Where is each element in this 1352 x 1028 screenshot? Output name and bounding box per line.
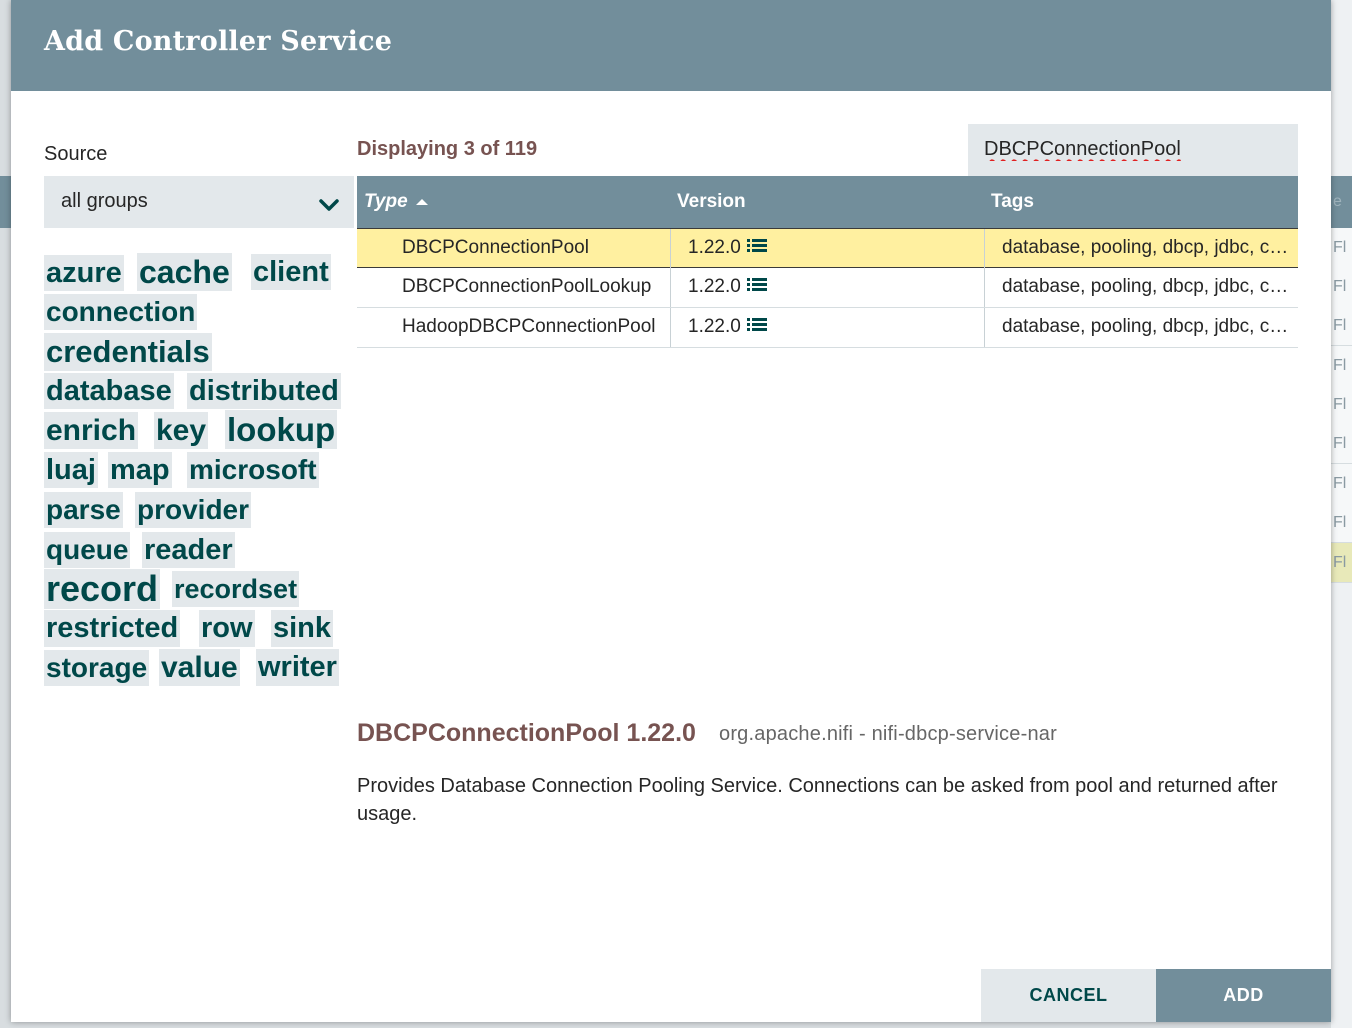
add-button[interactable]: ADD: [1156, 969, 1331, 1022]
tag-connection[interactable]: connection: [44, 294, 198, 330]
tag-credentials[interactable]: credentials: [44, 333, 212, 371]
tag-provider[interactable]: provider: [135, 492, 252, 528]
row-version-cell: 1.22.0: [671, 308, 985, 347]
table-row[interactable]: HadoopDBCPConnectionPool 1.22.0 database…: [357, 308, 1298, 348]
tag-queue[interactable]: queue: [44, 532, 131, 568]
tag-reader[interactable]: reader: [142, 532, 235, 568]
row-tags: database, pooling, dbcp, jdbc, connectio…: [1002, 276, 1298, 297]
row-version: 1.22.0: [688, 237, 741, 258]
sort-ascending-icon: [415, 198, 428, 205]
row-version-cell: 1.22.0: [671, 229, 985, 268]
source-selected-value: all groups: [61, 190, 148, 212]
row-version-cell: 1.22.0: [671, 268, 985, 307]
filter-input[interactable]: [984, 138, 1284, 161]
list-icon[interactable]: [746, 317, 767, 333]
background-table-header-left: [0, 176, 11, 228]
tag-restricted[interactable]: restricted: [44, 610, 181, 647]
background-row-highlighted: Fl: [1331, 543, 1352, 583]
detail-bundle: org.apache.nifi - nifi-dbcp-service-nar: [719, 723, 1057, 745]
displaying-count: Displaying 3 of 119: [357, 138, 538, 160]
list-icon[interactable]: [746, 277, 767, 293]
tag-sink[interactable]: sink: [271, 610, 334, 647]
background-row: Fl: [1331, 228, 1352, 268]
tag-key[interactable]: key: [154, 412, 209, 449]
tag-database[interactable]: database: [44, 373, 174, 409]
row-type: HadoopDBCPConnectionPool: [357, 308, 671, 347]
tag-recordset[interactable]: recordset: [172, 571, 300, 607]
dialog-title: Add Controller Service: [44, 26, 393, 57]
tag-azure[interactable]: azure: [44, 255, 124, 291]
tag-enrich[interactable]: enrich: [44, 412, 139, 449]
table-header: Type Version Tags: [357, 176, 1298, 228]
row-tags: database, pooling, dbcp, jdbc, connectio…: [1002, 237, 1298, 258]
tag-storage[interactable]: storage: [44, 650, 150, 686]
source-select[interactable]: all groups: [44, 176, 354, 228]
tag-cache[interactable]: cache: [137, 253, 232, 291]
tag-luaj[interactable]: luaj: [44, 452, 98, 488]
tag-distributed[interactable]: distributed: [187, 373, 341, 409]
tag-client[interactable]: client: [251, 254, 331, 290]
dialog-header: Add Controller Service: [11, 0, 1331, 91]
list-icon[interactable]: [746, 238, 767, 254]
background-header-fragment: e: [1331, 176, 1352, 228]
tag-map[interactable]: map: [108, 452, 172, 488]
source-label: Source: [44, 143, 108, 165]
row-type: DBCPConnectionPoolLookup: [357, 268, 671, 307]
detail-description: Provides Database Connection Pooling Ser…: [357, 775, 1278, 825]
row-version: 1.22.0: [688, 276, 741, 297]
background-row: Fl: [1331, 464, 1352, 504]
filter-box[interactable]: [968, 124, 1298, 176]
add-controller-service-dialog: Add Controller Service Source all groups…: [11, 0, 1331, 1022]
table-row-selected[interactable]: DBCPConnectionPool 1.22.0 database, pool…: [357, 228, 1298, 268]
row-version: 1.22.0: [688, 316, 741, 337]
background-row: Fl: [1331, 346, 1352, 386]
column-header-type-label: Type: [364, 191, 408, 212]
background-row: Fl: [1331, 306, 1352, 346]
detail-title: DBCPConnectionPool 1.22.0: [357, 719, 696, 747]
column-header-version[interactable]: Version: [677, 191, 746, 213]
tag-value[interactable]: value: [159, 649, 240, 686]
column-header-type[interactable]: Type: [364, 191, 428, 213]
tag-writer[interactable]: writer: [256, 649, 339, 686]
background-row: Fl: [1331, 503, 1352, 543]
column-header-tags[interactable]: Tags: [991, 191, 1034, 213]
cancel-button[interactable]: CANCEL: [981, 969, 1156, 1022]
tag-parse[interactable]: parse: [44, 492, 123, 528]
tag-lookup[interactable]: lookup: [225, 410, 338, 449]
background-row: Fl: [1331, 385, 1352, 425]
background-row: Fl: [1331, 267, 1352, 307]
background-table-fragment: e Fl Fl Fl Fl Fl Fl Fl Fl Fl: [1331, 0, 1352, 1028]
row-type: DBCPConnectionPool: [357, 229, 671, 268]
chevron-down-icon: [319, 199, 339, 211]
table-row[interactable]: DBCPConnectionPoolLookup 1.22.0 database…: [357, 268, 1298, 308]
background-row: Fl: [1331, 424, 1352, 464]
row-tags: database, pooling, dbcp, jdbc, connectio…: [1002, 316, 1298, 337]
tag-row[interactable]: row: [199, 610, 255, 647]
tag-microsoft[interactable]: microsoft: [187, 452, 319, 488]
tag-record[interactable]: record: [44, 569, 161, 609]
